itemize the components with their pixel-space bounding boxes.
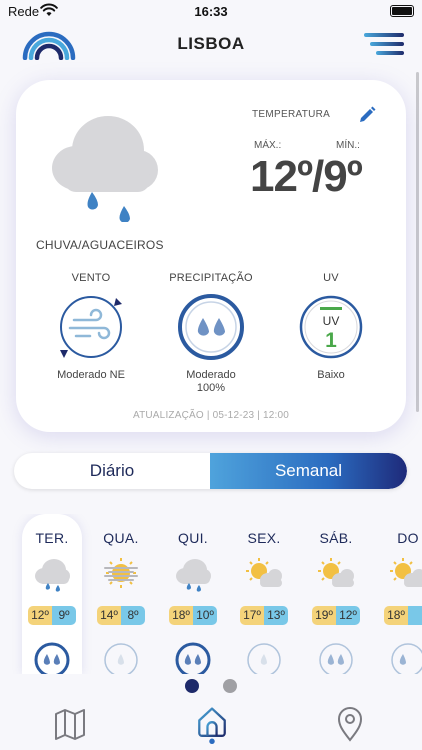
hamburger-menu-icon[interactable] bbox=[364, 32, 404, 56]
status-bar: Rede 16:33 bbox=[0, 0, 422, 24]
page-title: LISBOA bbox=[177, 34, 245, 53]
max-temp: 17º bbox=[240, 606, 264, 625]
temperature-label: TEMPERATURA bbox=[252, 109, 331, 120]
current-weather-card: CHUVA/AGUACEIROS TEMPERATURA MÁX.: MÍN.:… bbox=[16, 80, 406, 432]
sun-fog-icon bbox=[104, 558, 138, 588]
wind-metric: VENTO Moderado NE bbox=[36, 272, 146, 382]
forecast-day[interactable]: DO 18º bbox=[378, 514, 422, 674]
rain-cloud-icon bbox=[176, 559, 211, 592]
forecast-day[interactable]: QUI. 18º 10º bbox=[163, 514, 223, 674]
max-temp: 12º bbox=[28, 606, 52, 625]
page-dot-active[interactable] bbox=[184, 679, 199, 693]
forecast-day[interactable]: TER. 12º 9º bbox=[22, 514, 82, 674]
pencil-icon[interactable] bbox=[358, 106, 376, 124]
sun-cloud-icon bbox=[246, 558, 282, 587]
scrollbar[interactable] bbox=[416, 72, 419, 412]
raindrops-gauge-icon bbox=[247, 643, 281, 674]
condition-label: CHUVA/AGUACEIROS bbox=[36, 238, 164, 252]
uv-label: UV bbox=[323, 272, 339, 284]
temperature-value: 12º/9º bbox=[250, 152, 363, 201]
page-dot[interactable] bbox=[223, 679, 238, 693]
tab-weekly[interactable]: Semanal bbox=[210, 453, 407, 489]
battery-icon bbox=[390, 5, 414, 17]
max-temp: 18º bbox=[384, 606, 408, 625]
tab-daily[interactable]: Diário bbox=[14, 453, 210, 489]
max-temp: 19º bbox=[312, 606, 336, 625]
tab-bar bbox=[0, 700, 422, 750]
forecast-day[interactable]: QUA. 14º 8º bbox=[91, 514, 151, 674]
min-temp-label: MÍN.: bbox=[336, 140, 360, 151]
forecast-day[interactable]: SÁB. 19º 12º bbox=[306, 514, 366, 674]
min-temp: 10º bbox=[193, 606, 217, 625]
min-temp bbox=[408, 606, 422, 625]
forecast-day-label: SEX. bbox=[247, 530, 281, 546]
wind-label: VENTO bbox=[71, 272, 111, 284]
sun-cloud-icon bbox=[318, 558, 354, 587]
raindrops-gauge-icon bbox=[175, 642, 211, 674]
precipitation-probability: 100% bbox=[196, 382, 226, 394]
uv-metric: UV UV 1 Baixo bbox=[276, 272, 386, 382]
wind-gauge-icon bbox=[60, 296, 122, 358]
temp-range: 18º bbox=[384, 606, 422, 625]
forecast-day-label: DO bbox=[397, 530, 419, 546]
forecast-strip[interactable]: TER. 12º 9º QUA. 14º 8º QUI. 18º 10º SEX… bbox=[0, 514, 422, 674]
uv-badge-text: UV bbox=[323, 314, 340, 328]
raindrops-gauge-icon bbox=[104, 643, 138, 674]
app-header: LISBOA bbox=[0, 26, 422, 66]
precipitation-intensity: Moderado bbox=[186, 369, 236, 381]
min-temp: 13º bbox=[264, 606, 288, 625]
home-icon[interactable] bbox=[192, 704, 232, 744]
precipitation-label: PRECIPITAÇÃO bbox=[169, 272, 253, 284]
map-icon[interactable] bbox=[50, 704, 90, 744]
forecast-day-label: TER. bbox=[35, 530, 69, 546]
raindrops-gauge-icon bbox=[319, 643, 353, 674]
update-timestamp: ATUALIZAÇÃO | 05-12-23 | 12:00 bbox=[132, 410, 290, 421]
rain-cloud-icon bbox=[35, 559, 70, 592]
min-temp: 12º bbox=[336, 606, 360, 625]
location-pin-icon[interactable] bbox=[330, 704, 370, 744]
temp-range: 18º 10º bbox=[169, 606, 217, 625]
uv-value: Baixo bbox=[317, 369, 345, 381]
temp-range: 12º 9º bbox=[28, 606, 76, 625]
max-temp: 18º bbox=[169, 606, 193, 625]
min-temp: 9º bbox=[52, 606, 76, 625]
rain-cloud-icon bbox=[52, 116, 158, 222]
precipitation-value: Moderado 100% bbox=[156, 369, 266, 395]
uv-index-value: 1 bbox=[325, 329, 337, 352]
forecast-day[interactable]: SEX. 17º 13º bbox=[234, 514, 294, 674]
temp-range: 14º 8º bbox=[97, 606, 145, 625]
raindrops-gauge-icon bbox=[34, 642, 70, 674]
sun-cloud-icon bbox=[390, 558, 422, 587]
precipitation-metric: PRECIPITAÇÃO Moderado 100% bbox=[156, 272, 266, 395]
wind-value: Moderado NE bbox=[57, 369, 125, 381]
temp-range: 17º 13º bbox=[240, 606, 288, 625]
temp-range: 19º 12º bbox=[312, 606, 360, 625]
max-temp: 14º bbox=[97, 606, 121, 625]
uv-gauge-icon: UV 1 bbox=[299, 295, 363, 359]
forecast-day-label: SÁB. bbox=[319, 530, 353, 546]
max-temp-label: MÁX.: bbox=[254, 140, 282, 151]
raindrops-gauge-icon bbox=[178, 294, 244, 360]
pagination-dots bbox=[0, 679, 422, 698]
period-toggle: Diário Semanal bbox=[14, 453, 407, 489]
forecast-day-label: QUI. bbox=[178, 530, 208, 546]
raindrops-gauge-icon bbox=[391, 643, 422, 674]
clock: 16:33 bbox=[194, 4, 228, 19]
forecast-day-label: QUA. bbox=[103, 530, 139, 546]
min-temp: 8º bbox=[121, 606, 145, 625]
